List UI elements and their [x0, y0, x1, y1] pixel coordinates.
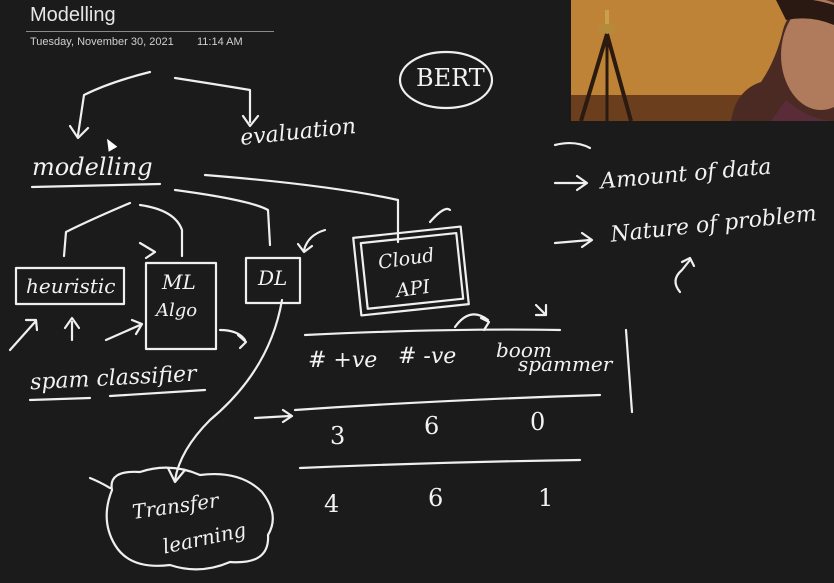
- arrow-dl-curl: [296, 228, 327, 254]
- arrow-nature: [553, 231, 594, 249]
- algo-label: Algo: [156, 300, 198, 321]
- table-cell: 3: [330, 422, 346, 450]
- cloud-api-box: [352, 225, 470, 317]
- webcam-feed-icon: [571, 0, 834, 121]
- modelling-underline: [30, 182, 162, 189]
- arrow-to-table: [253, 408, 294, 424]
- branch-heuristic: [62, 201, 132, 258]
- heuristic-label: heuristic: [26, 274, 116, 298]
- branch-ml: [138, 203, 184, 258]
- arrow-table-curl: [453, 313, 491, 332]
- arrow-into-transfer: [88, 476, 112, 490]
- table-cell: 1: [538, 484, 554, 512]
- fork-arrow-right: [173, 76, 252, 124]
- arrow-ml-small: [138, 241, 157, 260]
- webcam-overlay: [571, 0, 834, 121]
- arrow-up-nature: [674, 256, 696, 294]
- arrow-into-ml: [104, 318, 144, 342]
- table-right-bar: [624, 328, 634, 414]
- branch-dl: [173, 188, 272, 247]
- dl-label: DL: [258, 266, 288, 290]
- arrow-top-right: [553, 141, 592, 150]
- table-cell: 0: [530, 408, 546, 436]
- branch-cloud: [203, 173, 400, 244]
- table-cell: 4: [324, 490, 340, 518]
- table-header-spammer: spammer: [518, 352, 613, 376]
- arrow-out-ml: [218, 328, 248, 350]
- fork-arrow-left: [76, 70, 152, 137]
- api-label: API: [394, 275, 432, 303]
- ml-label: ML: [162, 270, 196, 294]
- transfer-cloud: [105, 466, 274, 571]
- arrow-cloud-curl: [428, 207, 452, 224]
- arrow-up-left: [8, 318, 39, 352]
- bert-label: BERT: [416, 64, 485, 92]
- table-top-rule: [303, 328, 562, 337]
- table-header-rule: [293, 393, 602, 412]
- table-cell: 6: [428, 484, 444, 512]
- table-header-pos: # +ve: [308, 348, 378, 373]
- table-row-rule: [298, 458, 582, 470]
- arrow-spammer: [534, 303, 548, 317]
- table-cell: 6: [424, 412, 440, 440]
- modelling-label: modelling: [32, 153, 153, 181]
- table-header-neg: # -ve: [398, 344, 457, 369]
- arrow-amount: [553, 174, 589, 192]
- arrow-up-mid: [63, 316, 81, 342]
